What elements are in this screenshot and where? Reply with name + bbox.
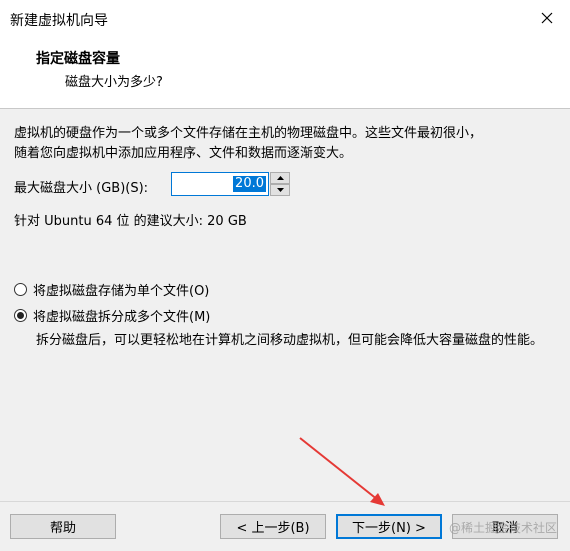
description-line: 虚拟机的硬盘作为一个或多个文件存储在主机的物理磁盘中。这些文件最初很小， <box>14 126 483 141</box>
disk-size-spinner[interactable] <box>270 172 290 197</box>
next-button[interactable]: 下一步(N) > <box>336 514 442 539</box>
disk-size-label: 最大磁盘大小 (GB)(S): <box>14 181 149 196</box>
page-title: 指定磁盘容量 <box>36 51 120 67</box>
disk-size-value: 20.0 <box>233 176 266 192</box>
disk-size-input[interactable]: 20.0 <box>171 172 269 196</box>
page-subtitle: 磁盘大小为多少? <box>65 75 163 90</box>
title-bar: 新建虚拟机向导 <box>0 0 570 37</box>
window-title: 新建虚拟机向导 <box>10 13 108 29</box>
radio-label: 将虚拟磁盘存储为单个文件(O) <box>33 284 210 299</box>
arrow-down-icon <box>276 188 284 192</box>
radio-label: 将虚拟磁盘拆分成多个文件(M) <box>33 310 211 325</box>
spin-down-button[interactable] <box>270 184 290 196</box>
disk-description: 虚拟机的硬盘作为一个或多个文件存储在主机的物理磁盘中。这些文件最初很小， 随着您… <box>14 124 554 164</box>
close-icon <box>541 12 553 24</box>
help-button[interactable]: 帮助 <box>10 514 116 539</box>
cancel-button[interactable]: 取消 <box>452 514 558 539</box>
footer-divider <box>0 501 570 502</box>
close-button[interactable] <box>524 0 570 36</box>
radio-button[interactable] <box>14 283 27 296</box>
arrow-up-icon <box>276 176 284 180</box>
back-button[interactable]: < 上一步(B) <box>220 514 326 539</box>
radio-single-file[interactable]: 将虚拟磁盘存储为单个文件(O) <box>14 280 209 299</box>
spin-up-button[interactable] <box>270 172 290 184</box>
description-line: 随着您向虚拟机中添加应用程序、文件和数据而逐渐变大。 <box>14 146 353 161</box>
radio-multiple-files[interactable]: 将虚拟磁盘拆分成多个文件(M) <box>14 306 210 325</box>
split-description: 拆分磁盘后，可以更轻松地在计算机之间移动虚拟机，但可能会降低大容量磁盘的性能。 <box>36 333 544 348</box>
wizard-header: 指定磁盘容量 磁盘大小为多少? <box>0 36 570 109</box>
recommended-size: 针对 Ubuntu 64 位 的建议大小: 20 GB <box>14 214 247 229</box>
radio-button[interactable] <box>14 309 27 322</box>
